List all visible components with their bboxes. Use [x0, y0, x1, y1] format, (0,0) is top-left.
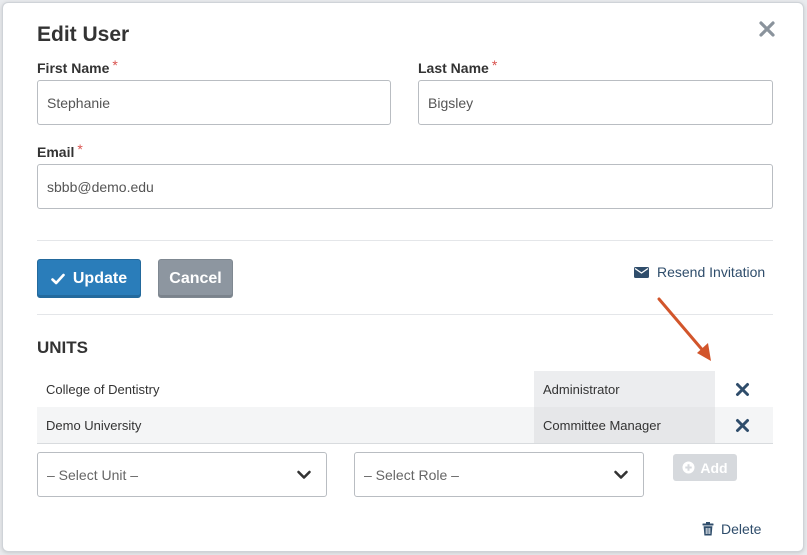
- envelope-icon: [634, 266, 649, 278]
- select-unit-placeholder: – Select Unit –: [47, 466, 139, 483]
- units-table: College of Dentistry Administrator Demo …: [37, 371, 773, 443]
- role-name: Administrator: [543, 382, 620, 397]
- required-asterisk: *: [77, 141, 83, 157]
- add-unit-button[interactable]: Add: [673, 454, 737, 481]
- required-asterisk: *: [491, 57, 498, 73]
- last-name-label-text: Last Name: [418, 60, 489, 76]
- close-icon[interactable]: [757, 19, 777, 39]
- select-role-placeholder: – Select Role –: [364, 466, 459, 483]
- divider: [37, 240, 773, 241]
- table-bottom-border: [37, 443, 773, 444]
- first-name-input[interactable]: [37, 80, 391, 125]
- dialog-title: Edit User: [37, 23, 130, 46]
- update-button[interactable]: Update: [37, 259, 141, 298]
- last-name-label: Last Name *: [418, 57, 498, 76]
- unit-name: College of Dentistry: [46, 382, 160, 397]
- first-name-label: First Name *: [37, 57, 118, 76]
- plus-circle-icon: [682, 461, 695, 474]
- check-icon: [51, 273, 65, 284]
- select-unit-dropdown[interactable]: – Select Unit –: [37, 452, 327, 497]
- unit-name: Demo University: [46, 418, 142, 433]
- annotation-arrow-icon: [657, 297, 711, 361]
- chevron-down-icon: [614, 470, 628, 479]
- edit-user-dialog: Edit User First Name* Last Name* Email* …: [2, 2, 804, 552]
- cancel-button[interactable]: Cancel: [158, 259, 233, 298]
- remove-icon[interactable]: [735, 418, 750, 433]
- resend-invitation-label: Resend Invitation: [657, 264, 766, 280]
- chevron-down-icon: [297, 470, 311, 479]
- table-row: Demo University Committee Manager: [37, 407, 773, 443]
- email-label: Email *: [37, 141, 83, 160]
- email-label-text: Email: [37, 144, 75, 160]
- first-name-label-text: First Name: [37, 60, 110, 76]
- role-cell: Administrator: [534, 371, 715, 407]
- resend-invitation-link[interactable]: Resend Invitation: [634, 263, 765, 281]
- last-name-input[interactable]: [418, 80, 773, 125]
- role-cell: Committee Manager: [534, 407, 715, 443]
- update-button-label: Update: [72, 269, 128, 287]
- units-section-title: UNITS: [37, 338, 88, 357]
- required-asterisk: *: [112, 57, 118, 73]
- delete-user-link[interactable]: Delete: [702, 521, 761, 537]
- email-input[interactable]: [37, 164, 773, 209]
- delete-label: Delete: [721, 521, 762, 537]
- add-button-label: Add: [700, 459, 728, 476]
- remove-icon[interactable]: [735, 382, 750, 397]
- select-role-dropdown[interactable]: – Select Role –: [354, 452, 644, 497]
- table-row: College of Dentistry Administrator: [37, 371, 773, 407]
- role-name: Committee Manager: [543, 418, 661, 433]
- trash-icon: [702, 522, 714, 536]
- cancel-button-label: Cancel: [169, 269, 222, 287]
